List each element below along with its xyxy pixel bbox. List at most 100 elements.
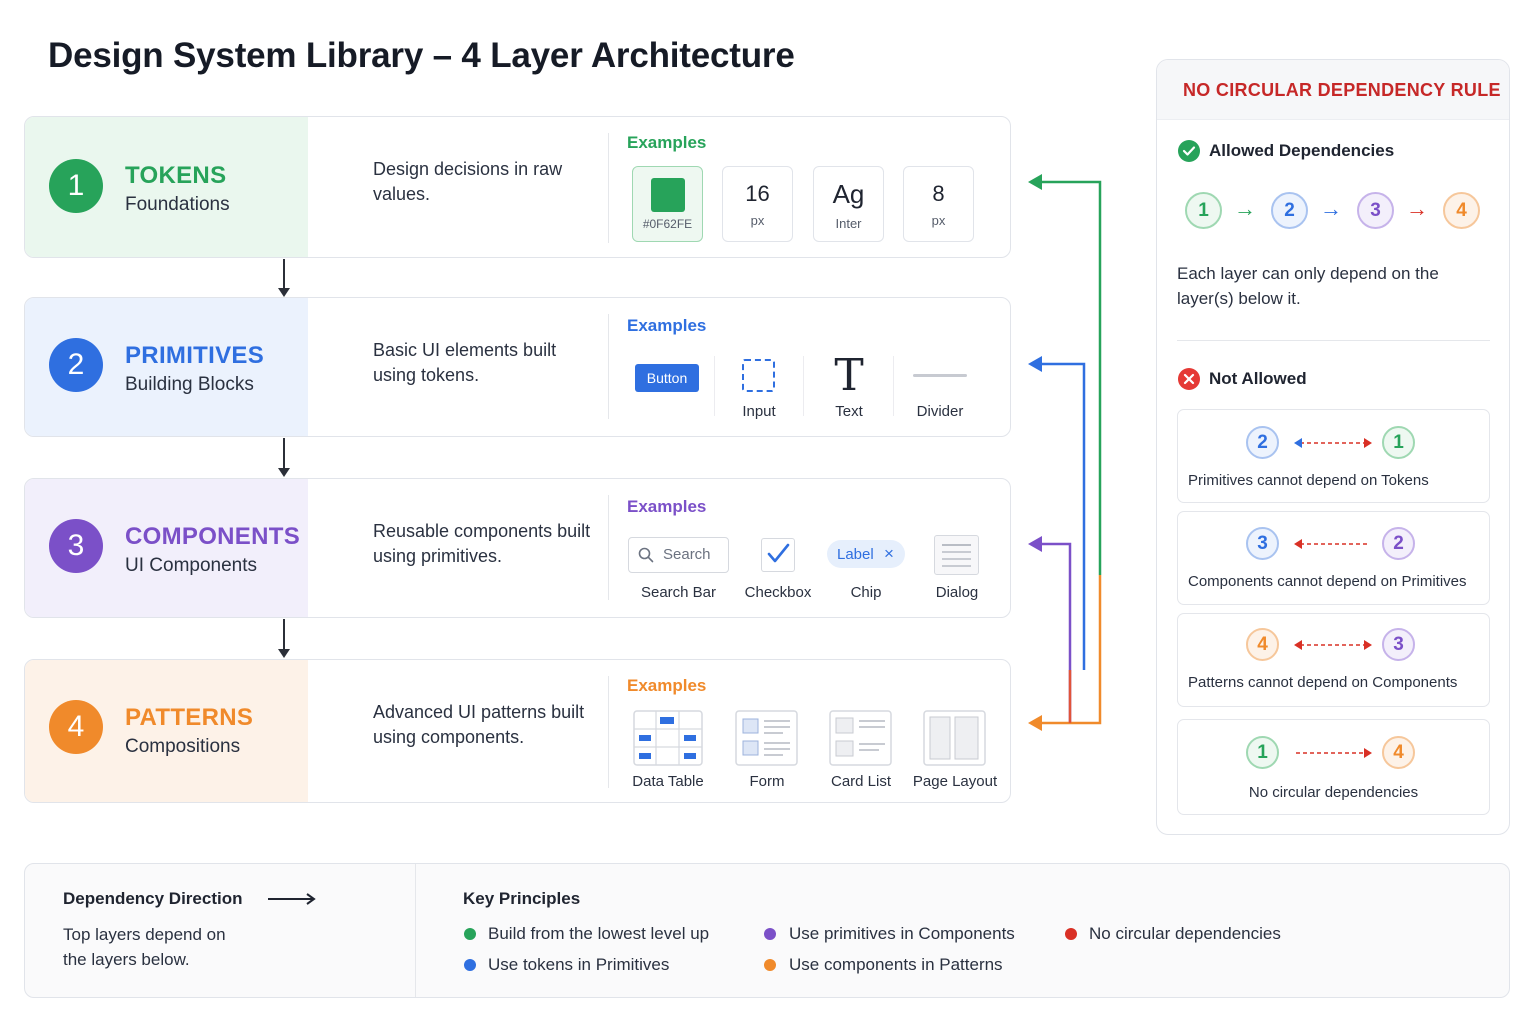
dashed-left-arrow-icon — [1294, 539, 1370, 549]
rule-to-badge: 1 — [1382, 426, 1415, 459]
examples-title: Examples — [627, 316, 707, 335]
red-dot-icon — [1065, 928, 1077, 940]
key-principles-title: Key Principles — [463, 889, 581, 908]
rule-from-badge: 2 — [1246, 426, 1279, 459]
layer-primitives-header: 2 PRIMITIVES Building Blocks — [25, 298, 308, 436]
dialog-label: Dialog — [935, 584, 979, 601]
dialog-icon[interactable] — [934, 535, 979, 575]
rule-panel-header: NO CIRCULAR DEPENDENCY RULE — [1157, 60, 1509, 120]
principle-item: Build from the lowest level up — [488, 924, 710, 943]
color-swatch-icon — [651, 178, 685, 212]
bidirectional-dashed-arrow-icon — [1294, 640, 1372, 650]
chip-label: Chip — [850, 584, 882, 601]
allowed-title: Allowed Dependencies — [1209, 141, 1395, 160]
purple-dot-icon — [764, 928, 776, 940]
layer-subtitle: Building Blocks — [125, 374, 254, 395]
rule-card: 1 4 No circular dependencies — [1177, 719, 1490, 815]
button-example[interactable]: Button — [635, 364, 699, 392]
arrow-right-icon: → — [1320, 196, 1342, 221]
chip-example[interactable]: Label × — [827, 540, 905, 568]
allowed-layer-3: 3 — [1357, 192, 1394, 229]
checkbox-label: Checkbox — [744, 584, 812, 601]
allowed-layer-1: 1 — [1185, 192, 1222, 229]
principle-item: Use components in Patterns — [789, 955, 1003, 974]
rule-panel: NO CIRCULAR DEPENDENCY RULE Allowed Depe… — [1156, 59, 1510, 835]
layer-name: PRIMITIVES — [125, 342, 265, 369]
rule-text: Patterns cannot depend on Components — [1188, 674, 1458, 691]
rule-from-badge: 4 — [1246, 628, 1279, 661]
dashed-right-arrow-icon — [1296, 748, 1372, 758]
spacing-token-example[interactable]: 16 px — [722, 166, 793, 242]
layer-number-badge: 1 — [49, 159, 103, 213]
down-arrow-icon — [278, 438, 290, 477]
rule-card: 3 2 Components cannot depend on Primitiv… — [1177, 511, 1490, 605]
bidirectional-dashed-arrow-icon — [1294, 438, 1372, 448]
divider-example-label: Divider — [916, 403, 964, 420]
spacing-token-value: 16 — [745, 181, 770, 206]
allowed-layer-2: 2 — [1271, 192, 1308, 229]
layer-subtitle: Compositions — [125, 736, 241, 757]
page-layout-icon[interactable] — [923, 710, 986, 766]
chip-text: Label — [837, 546, 874, 563]
layer-description: Basic UI elements built using tokens. — [373, 340, 557, 385]
data-table-icon[interactable] — [633, 710, 703, 766]
card-list-icon[interactable] — [829, 710, 892, 766]
typography-token-example[interactable]: Ag Inter — [813, 166, 884, 242]
rule-text: Primitives cannot depend on Tokens — [1188, 472, 1429, 489]
checkmark-icon — [767, 543, 790, 563]
layer-number-badge: 3 — [49, 519, 103, 573]
rule-text: Components cannot depend on Primitives — [1188, 573, 1467, 590]
layer-patterns: 4 PATTERNS Compositions Advanced UI patt… — [24, 659, 1011, 803]
check-circle-icon — [1178, 140, 1200, 162]
text-example-label: Text — [835, 403, 863, 420]
page-layout-label: Page Layout — [912, 773, 998, 790]
not-allowed-title: Not Allowed — [1209, 369, 1307, 388]
radius-token-value: 8 — [932, 181, 945, 206]
examples-title: Examples — [627, 497, 707, 516]
dashed-box-icon[interactable] — [742, 359, 775, 392]
rule-to-badge: 3 — [1382, 628, 1415, 661]
layer-subtitle: Foundations — [125, 194, 230, 215]
divider-line-icon[interactable] — [913, 374, 967, 377]
typography-token-font: Inter — [835, 216, 862, 231]
card-list-label: Card List — [830, 773, 892, 790]
dependency-connectors — [1028, 174, 1102, 731]
text-glyph-icon[interactable]: T — [819, 350, 879, 401]
layer-primitives: 2 PRIMITIVES Building Blocks Basic UI el… — [24, 297, 1011, 437]
color-token-label: #0F62FE — [642, 217, 693, 231]
arrow-right-icon: → — [1234, 196, 1256, 221]
layer-tokens: 1 TOKENS Foundations Design decisions in… — [24, 116, 1011, 258]
divider — [608, 133, 609, 243]
divider — [803, 356, 804, 416]
input-example-label: Input — [742, 403, 776, 420]
examples-title: Examples — [627, 133, 707, 152]
examples-title: Examples — [627, 676, 707, 695]
arrow-right-icon — [268, 893, 316, 905]
rule-card: 4 3 Patterns cannot depend on Components — [1177, 613, 1490, 707]
x-circle-icon — [1178, 368, 1200, 390]
rule-panel-title: NO CIRCULAR DEPENDENCY RULE — [1183, 80, 1501, 100]
layer-patterns-header: 4 PATTERNS Compositions — [25, 660, 308, 802]
radius-token-example[interactable]: 8 px — [903, 166, 974, 242]
form-label: Form — [749, 773, 785, 790]
connector-components — [1028, 536, 1072, 723]
blue-dot-icon — [464, 959, 476, 971]
allowed-layer-4: 4 — [1443, 192, 1480, 229]
layer-description: Advanced UI patterns built using compone… — [373, 702, 585, 747]
connector-tokens — [1028, 174, 1102, 575]
layer-name: COMPONENTS — [125, 523, 301, 550]
footer-panel: Dependency Direction Top layers depend o… — [24, 863, 1510, 998]
close-icon[interactable]: × — [884, 544, 894, 564]
checkbox-example[interactable] — [761, 538, 795, 572]
typography-token-sample: Ag — [832, 179, 865, 209]
color-token-example[interactable]: #0F62FE — [632, 166, 703, 242]
dependency-direction-title: Dependency Direction — [63, 889, 243, 908]
layer-description: Reusable components built using primitiv… — [373, 521, 591, 566]
arrow-right-icon: → — [1406, 196, 1428, 221]
form-icon[interactable] — [735, 710, 798, 766]
search-bar-example[interactable]: Search — [628, 537, 729, 573]
principle-item: No circular dependencies — [1089, 924, 1281, 943]
connector-patterns — [1028, 575, 1102, 731]
down-arrow-icon — [278, 619, 290, 658]
divider — [608, 676, 609, 788]
